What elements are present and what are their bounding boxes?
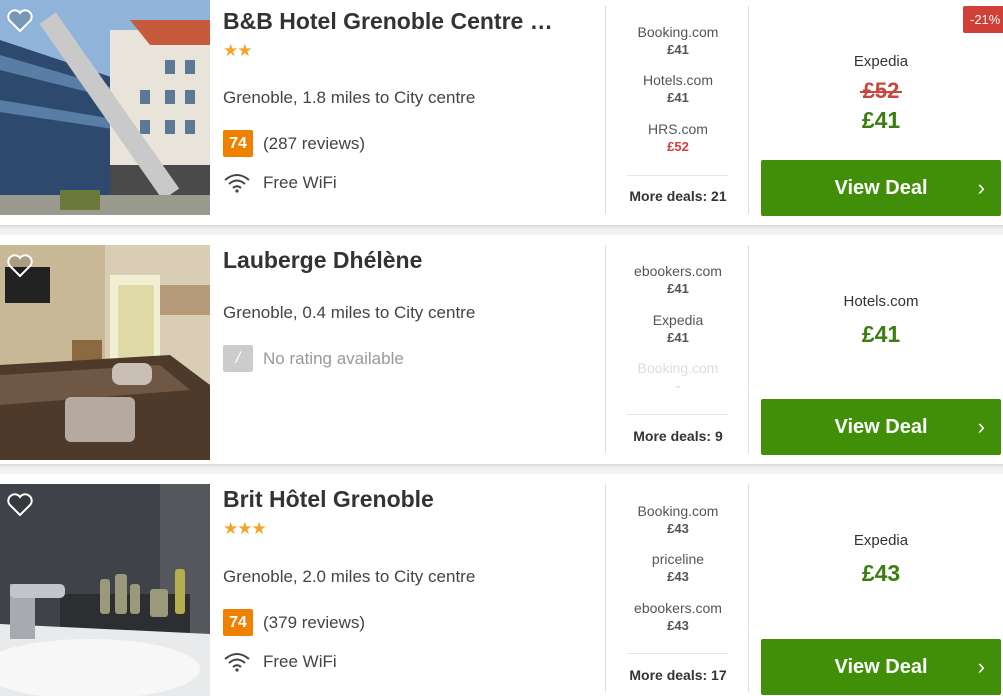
divider bbox=[748, 245, 749, 453]
heart-outline-icon[interactable] bbox=[6, 8, 34, 34]
best-deal-provider[interactable]: Hotels.com bbox=[761, 293, 1001, 310]
heart-outline-icon[interactable] bbox=[6, 253, 34, 279]
card-separator bbox=[0, 225, 1003, 235]
more-deals-link[interactable]: More deals: 9 bbox=[618, 428, 738, 444]
wifi-icon bbox=[224, 653, 250, 672]
more-deals-link[interactable]: More deals: 17 bbox=[618, 667, 738, 683]
deal-price: £52 bbox=[667, 139, 689, 154]
deal-item[interactable]: Hotels.com £41 bbox=[618, 72, 738, 105]
hotel-name[interactable]: Brit Hôtel Grenoble bbox=[223, 486, 593, 513]
separator bbox=[627, 414, 728, 415]
amenity-label: Free WiFi bbox=[263, 652, 337, 671]
review-count: (287 reviews) bbox=[263, 133, 366, 153]
deal-item[interactable]: Expedia £41 bbox=[618, 312, 738, 345]
divider bbox=[605, 484, 606, 692]
deal-provider: ebookers.com bbox=[634, 263, 722, 279]
hotel-card: Brit Hôtel Grenoble ★★★ Grenoble, 2.0 mi… bbox=[0, 478, 1003, 696]
hotel-card: B&B Hotel Grenoble Centre … ★★ Grenoble,… bbox=[0, 0, 1003, 222]
best-deal-price[interactable]: £43 bbox=[761, 560, 1001, 587]
separator bbox=[627, 653, 728, 654]
deal-price: - bbox=[675, 378, 681, 393]
heart-outline-icon[interactable] bbox=[6, 492, 34, 518]
chevron-right-icon: › bbox=[977, 175, 985, 200]
rating-row[interactable]: 74 (287 reviews) bbox=[223, 130, 365, 157]
divider bbox=[748, 6, 749, 214]
divider bbox=[748, 484, 749, 692]
deal-price: £43 bbox=[667, 521, 689, 536]
view-deal-button[interactable]: View Deal › bbox=[761, 399, 1001, 455]
chevron-right-icon: › bbox=[977, 654, 985, 679]
best-deal-provider[interactable]: Expedia bbox=[761, 532, 1001, 549]
wifi-icon bbox=[224, 174, 250, 193]
deal-provider: ebookers.com bbox=[634, 600, 722, 616]
deal-item[interactable]: ebookers.com £43 bbox=[618, 600, 738, 633]
discount-badge: -21% bbox=[963, 6, 1003, 33]
hotel-location[interactable]: Grenoble, 0.4 miles to City centre bbox=[223, 303, 475, 323]
rating-row: / No rating available bbox=[223, 345, 404, 372]
hotel-location[interactable]: Grenoble, 2.0 miles to City centre bbox=[223, 567, 475, 587]
divider bbox=[605, 245, 606, 453]
card-separator bbox=[0, 464, 1003, 474]
view-deal-label: View Deal bbox=[834, 176, 928, 199]
star-rating: ★★ bbox=[223, 41, 253, 60]
rating-row[interactable]: 74 (379 reviews) bbox=[223, 609, 365, 636]
hotel-location[interactable]: Grenoble, 1.8 miles to City centre bbox=[223, 88, 475, 108]
deal-item[interactable]: Booking.com £43 bbox=[618, 503, 738, 536]
hotel-card: Lauberge Dhélène Grenoble, 0.4 miles to … bbox=[0, 239, 1003, 461]
review-count: (379 reviews) bbox=[263, 612, 366, 632]
original-price: £52 bbox=[859, 78, 903, 103]
deal-provider: Booking.com bbox=[637, 503, 719, 519]
hotel-photo[interactable] bbox=[0, 0, 210, 215]
deal-item: Booking.com - bbox=[618, 360, 738, 393]
best-deal-price[interactable]: £41 bbox=[761, 107, 1001, 134]
deal-item[interactable]: Booking.com £41 bbox=[618, 24, 738, 57]
deal-provider: priceline bbox=[651, 551, 705, 567]
deal-provider: Booking.com bbox=[637, 360, 719, 376]
hotel-photo[interactable] bbox=[0, 245, 210, 460]
hotel-name[interactable]: B&B Hotel Grenoble Centre … bbox=[223, 8, 593, 35]
rating-score: 74 bbox=[223, 130, 253, 157]
separator bbox=[627, 175, 728, 176]
amenity-row: Free WiFi bbox=[223, 173, 337, 193]
deal-provider: Booking.com bbox=[637, 24, 719, 40]
amenity-label: Free WiFi bbox=[263, 173, 337, 192]
hotel-photo[interactable] bbox=[0, 484, 210, 696]
hotel-name[interactable]: Lauberge Dhélène bbox=[223, 247, 593, 274]
deal-price: £41 bbox=[667, 281, 689, 296]
review-count: No rating available bbox=[263, 348, 404, 368]
deal-price: £41 bbox=[667, 90, 689, 105]
deal-item[interactable]: HRS.com £52 bbox=[618, 121, 738, 154]
chevron-right-icon: › bbox=[977, 414, 985, 439]
deal-price: £41 bbox=[667, 330, 689, 345]
deal-price: £43 bbox=[667, 618, 689, 633]
divider bbox=[605, 6, 606, 214]
deal-provider: Hotels.com bbox=[642, 72, 714, 88]
deal-price: £43 bbox=[667, 569, 689, 584]
deal-item[interactable]: ebookers.com £41 bbox=[618, 263, 738, 296]
rating-score: / bbox=[223, 345, 253, 372]
more-deals-link[interactable]: More deals: 21 bbox=[618, 188, 738, 204]
deal-provider: Expedia bbox=[652, 312, 704, 328]
deal-provider: HRS.com bbox=[648, 121, 708, 137]
view-deal-label: View Deal bbox=[834, 655, 928, 678]
amenity-row: Free WiFi bbox=[223, 652, 337, 672]
best-deal-price[interactable]: £41 bbox=[761, 321, 1001, 348]
deal-price: £41 bbox=[667, 42, 689, 57]
best-deal-provider[interactable]: Expedia bbox=[761, 53, 1001, 70]
view-deal-button[interactable]: View Deal › bbox=[761, 639, 1001, 695]
deal-item[interactable]: priceline £43 bbox=[618, 551, 738, 584]
rating-score: 74 bbox=[223, 609, 253, 636]
view-deal-label: View Deal bbox=[834, 415, 928, 438]
star-rating: ★★★ bbox=[223, 519, 267, 538]
view-deal-button[interactable]: View Deal › bbox=[761, 160, 1001, 216]
